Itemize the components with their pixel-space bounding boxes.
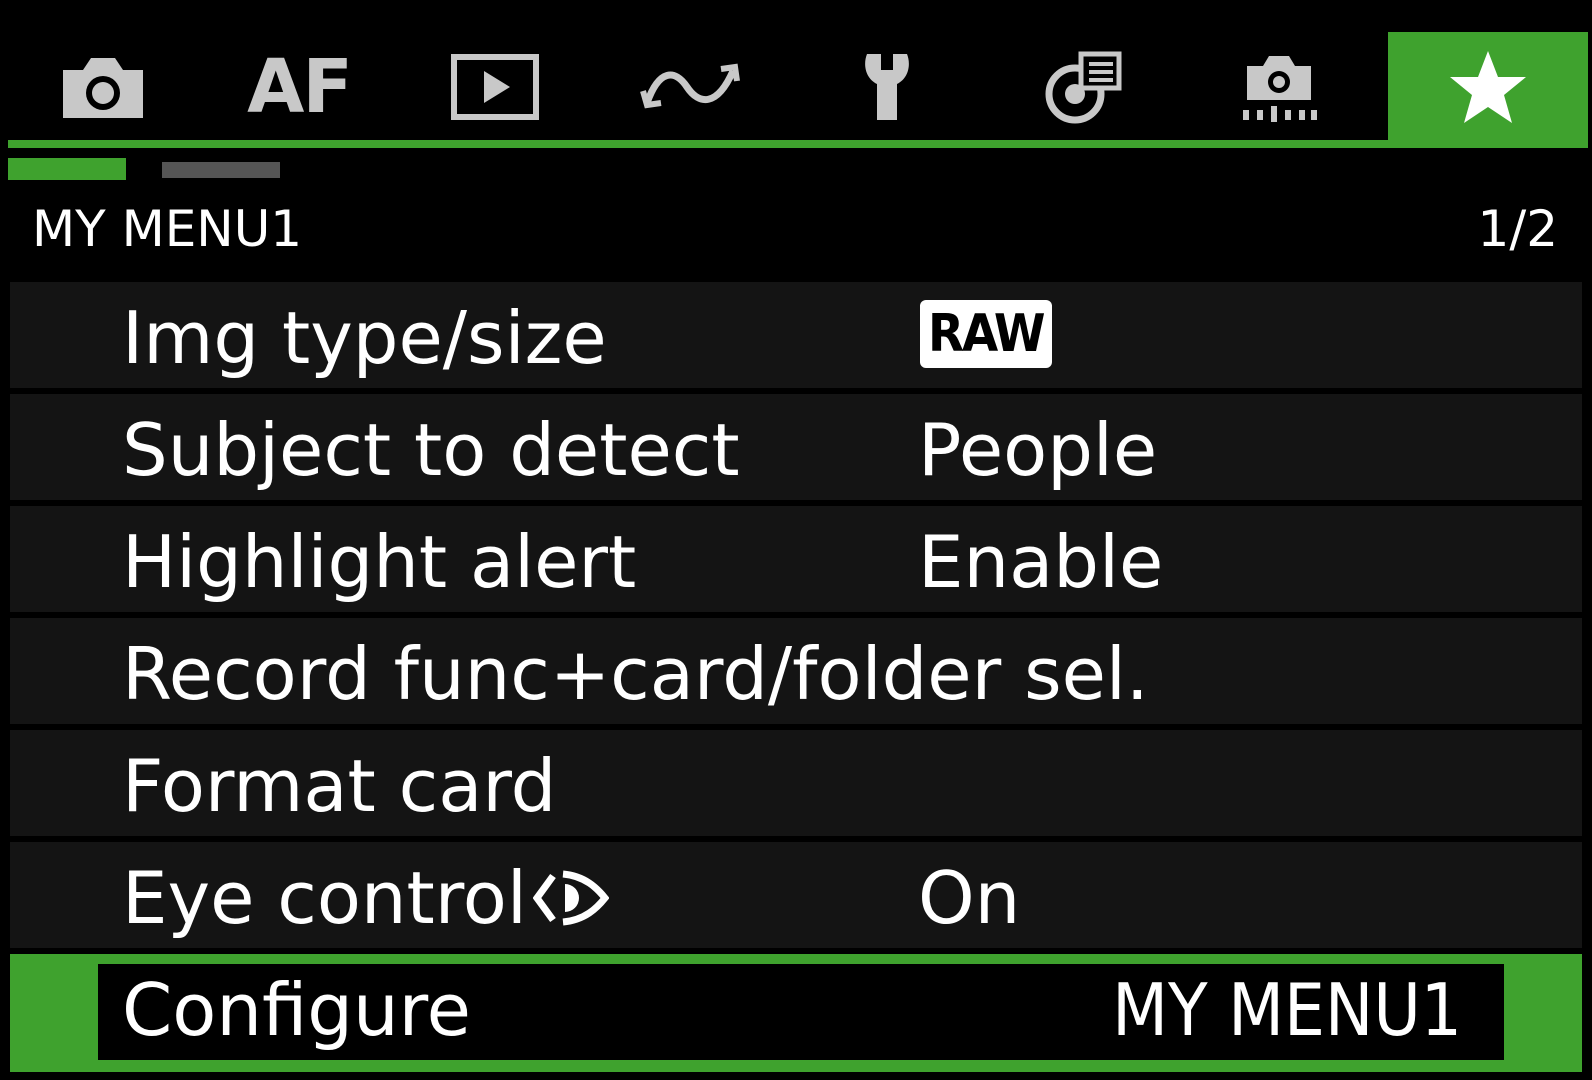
tab-setup[interactable] — [788, 32, 986, 142]
tab-bar: AF — [0, 0, 1592, 150]
menu-item-value: People — [918, 408, 1158, 492]
menu-item-label: Eye control — [122, 856, 527, 940]
playback-icon — [451, 54, 539, 120]
star-icon — [1450, 51, 1526, 123]
video-camera-icon — [1243, 56, 1317, 122]
menu-item-label: Configure — [122, 968, 471, 1052]
menu-item-label: Record func+card/folder sel. — [122, 632, 1149, 716]
wireless-icon — [640, 63, 740, 109]
menu-item-label: Img type/size — [122, 296, 607, 380]
custom-functions-icon — [1045, 51, 1122, 124]
subtab-page-2[interactable] — [162, 162, 280, 178]
menu-item-img-type-size[interactable]: Img type/size RAW — [10, 282, 1582, 388]
menu-item-subject-to-detect[interactable]: Subject to detect People — [10, 394, 1582, 500]
menu-item-value: On — [918, 856, 1021, 940]
menu-header: MY MENU1 1/2 — [0, 196, 1592, 266]
subtab-page-1[interactable] — [8, 158, 126, 180]
af-icon: AF — [247, 44, 353, 130]
menu-item-value: Enable — [918, 520, 1164, 604]
tab-my-menu[interactable] — [1388, 32, 1588, 142]
page-title: MY MENU1 — [32, 200, 303, 258]
tab-af[interactable]: AF — [200, 32, 398, 142]
tab-underline — [8, 140, 1588, 148]
menu-item-label: Highlight alert — [122, 520, 637, 604]
camera-icon — [63, 58, 143, 118]
subtab-indicator — [0, 158, 400, 182]
menu-item-highlight-alert[interactable]: Highlight alert Enable — [10, 506, 1582, 612]
raw-badge: RAW — [920, 300, 1052, 368]
menu-item-eye-control[interactable]: Eye control On — [10, 842, 1582, 948]
menu-item-configure[interactable]: Configure MY MENU1 — [10, 954, 1582, 1072]
menu-item-label: Format card — [122, 744, 557, 828]
menu-item-value: MY MENU1 — [1112, 968, 1462, 1052]
tab-shooting[interactable] — [4, 32, 202, 142]
eye-icon — [532, 870, 609, 926]
menu-item-format-card[interactable]: Format card — [10, 730, 1582, 836]
tab-custom-functions[interactable] — [984, 32, 1182, 142]
menu-item-label: Subject to detect — [122, 408, 740, 492]
tab-wireless[interactable] — [592, 32, 790, 142]
menu-item-record-func[interactable]: Record func+card/folder sel. — [10, 618, 1582, 724]
tab-video[interactable] — [1180, 32, 1378, 142]
page-indicator: 1/2 — [1477, 200, 1558, 258]
tab-playback[interactable] — [396, 32, 594, 142]
wrench-icon — [865, 54, 909, 120]
menu-list: Img type/size RAW Subject to detect Peop… — [10, 282, 1582, 1078]
menu-item-label-wrap: Eye control — [122, 856, 609, 940]
